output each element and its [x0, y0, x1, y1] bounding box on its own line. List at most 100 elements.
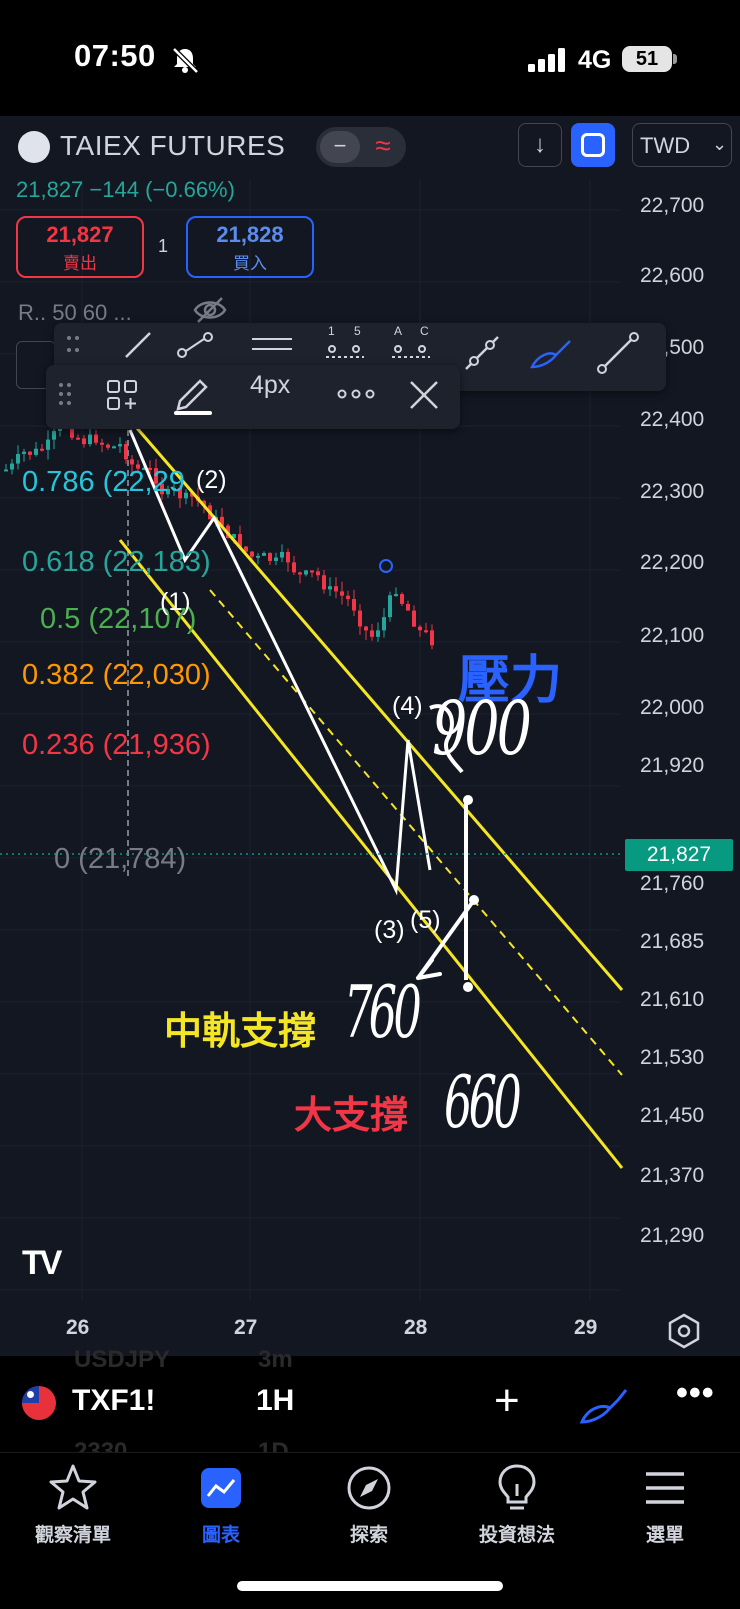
trend-line-icon[interactable]	[122, 329, 154, 361]
price-axis-label: 21,760	[640, 872, 705, 895]
menu-icon	[646, 1472, 684, 1504]
price-change: 21,827 −144 (−0.66%)	[16, 177, 235, 202]
brush-tool-icon[interactable]	[578, 1386, 628, 1426]
add-template-icon[interactable]	[106, 379, 138, 411]
fib-label-0618: 0.618 (22,183)	[22, 546, 211, 578]
parallel-channel-icon[interactable]	[250, 329, 294, 361]
drag-handle-icon[interactable]	[56, 379, 74, 409]
candle-body	[262, 553, 266, 556]
symbol-name[interactable]: TAIEX FUTURES	[60, 130, 285, 162]
quantity[interactable]: 1	[158, 236, 168, 257]
close-icon[interactable]	[408, 379, 440, 411]
interval-label[interactable]: 1H	[256, 1384, 294, 1418]
candle-body	[310, 570, 314, 573]
pencil-color-icon[interactable]	[172, 371, 214, 417]
tab-menu[interactable]: 選單	[600, 1462, 730, 1547]
network-type: 4G	[578, 46, 612, 74]
tab-ideas[interactable]: 投資想法	[452, 1462, 582, 1547]
candle-body	[346, 595, 350, 600]
approx-icon[interactable]: ≈	[364, 128, 402, 164]
more-icon[interactable]: •••	[676, 1374, 715, 1413]
fib-label-0786: 0.786 (22,29	[22, 466, 185, 498]
add-button[interactable]: +	[494, 1376, 520, 1426]
more-options-icon[interactable]	[336, 387, 376, 401]
candle-body	[88, 434, 92, 445]
status-time: 07:50	[74, 38, 156, 73]
candle-body	[286, 551, 290, 563]
settings-hex-icon[interactable]	[664, 1311, 704, 1351]
candle-body	[298, 572, 302, 575]
battery-nub	[673, 54, 677, 64]
hand-point-top	[463, 795, 473, 805]
compass-icon	[347, 1466, 391, 1510]
download-button[interactable]: ↓	[518, 123, 562, 167]
buy-label: 買入	[233, 254, 267, 273]
candle-body	[328, 586, 332, 590]
elliott-correction-icon[interactable]: A C	[390, 323, 432, 365]
candle-body	[352, 599, 356, 611]
wave-label-2: (2)	[196, 466, 227, 494]
star-icon	[49, 1464, 97, 1510]
ticker-label[interactable]: TXF1!	[72, 1384, 155, 1418]
chart-icon	[201, 1468, 241, 1508]
candle-body	[256, 555, 260, 558]
tab-watchlist[interactable]: 觀察清單	[8, 1462, 138, 1547]
candle-body	[268, 553, 272, 561]
drag-handle-icon[interactable]	[64, 333, 82, 355]
mid-support-note: 中軌支撐	[164, 1011, 317, 1053]
home-indicator	[237, 1581, 503, 1591]
price-axis-label: 21,290	[640, 1224, 705, 1247]
ghost-symbol-1: USDJPY	[74, 1346, 171, 1373]
candle-body	[118, 444, 122, 447]
candle-body	[130, 459, 134, 465]
fib-label-0236: 0.236 (21,936)	[22, 729, 211, 761]
date-axis-label: 28	[404, 1316, 428, 1339]
fib-label-0: 0 (21,784)	[54, 843, 187, 875]
price-axis-label: 22,600	[640, 264, 705, 287]
ghost-interval-1: 3m	[258, 1346, 293, 1373]
sell-price: 21,827	[46, 222, 114, 247]
eye-hidden-icon[interactable]	[192, 296, 228, 324]
drawing-style-bar[interactable]: 4px	[46, 365, 460, 429]
candle-body	[274, 557, 278, 561]
price-axis-label: 21,370	[640, 1164, 705, 1187]
signal-icon	[528, 48, 565, 72]
segment-line-icon[interactable]	[596, 331, 640, 375]
candle-body	[4, 469, 8, 472]
elliott-impulse-icon[interactable]: 1 5	[324, 323, 366, 365]
sell-button[interactable]: 21,827 賣出	[16, 216, 144, 278]
candle-body	[106, 444, 110, 448]
hand-point-low	[463, 982, 473, 992]
candle-body	[382, 617, 386, 631]
lightbulb-icon	[498, 1464, 536, 1510]
tab-label: 選單	[645, 1525, 684, 1546]
big-support-note: 大支撐	[294, 1095, 409, 1137]
candle-body	[16, 453, 20, 464]
fib-label-0382: 0.382 (22,030)	[22, 659, 211, 691]
chevron-down-icon: ⌄	[712, 134, 728, 154]
tab-explore[interactable]: 探索	[304, 1462, 434, 1547]
buy-button[interactable]: 21,828 買入	[186, 216, 314, 278]
extended-line-icon[interactable]	[462, 333, 502, 373]
svg-text:C: C	[420, 324, 429, 338]
brush-tool-icon[interactable]	[528, 333, 572, 373]
candle-body	[394, 594, 398, 597]
tab-chart[interactable]: 圖表	[156, 1462, 286, 1547]
price-axis-label: 22,000	[640, 696, 705, 719]
ray-line-icon[interactable]	[176, 329, 216, 361]
line-width-label[interactable]: 4px	[250, 371, 290, 400]
tab-label: 觀察清單	[34, 1525, 111, 1546]
candle-body	[46, 439, 50, 450]
candle-body	[406, 603, 410, 611]
symbol-logo	[18, 131, 50, 163]
bell-muted-icon	[172, 47, 199, 74]
price-axis-label: 21,920	[640, 754, 705, 777]
candle-body	[340, 591, 344, 596]
currency-label: TWD	[640, 133, 691, 158]
svg-text:1: 1	[328, 324, 335, 338]
minus-icon[interactable]: −	[320, 131, 360, 163]
handwritten-660: 660	[444, 1060, 522, 1144]
price-axis-label: 21,450	[640, 1104, 705, 1127]
candle-body	[400, 594, 404, 604]
candle-body	[424, 630, 428, 633]
